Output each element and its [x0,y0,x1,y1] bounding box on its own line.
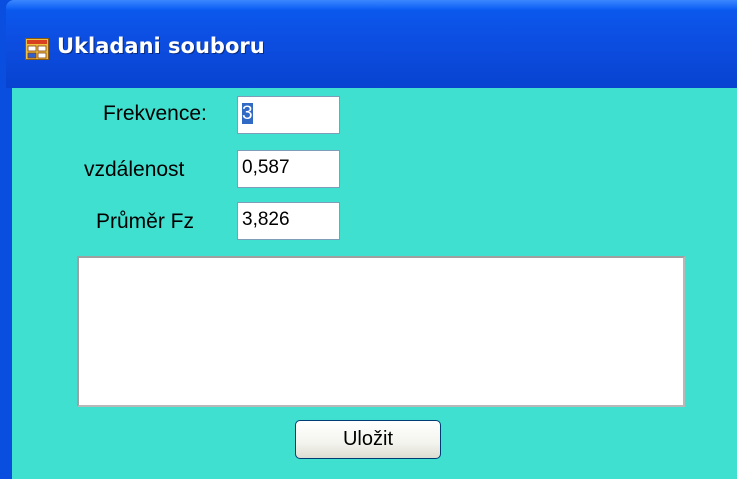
notes-textarea[interactable] [77,256,685,407]
average-label: Průměr Fz [96,210,195,233]
title-bar[interactable]: Ukladani souboru [6,0,737,88]
frequency-field[interactable]: 3 [237,96,340,134]
app-window: Ukladani souboru Frekvence: 3 vzdálenost… [0,0,737,479]
average-value: 3,826 [242,209,290,230]
average-field[interactable]: 3,826 [237,202,340,240]
window-title: Ukladani souboru [57,34,265,58]
save-button[interactable]: Uložit [295,420,441,459]
distance-field[interactable]: 0,587 [237,150,340,188]
form-window-icon [25,38,49,60]
distance-value: 0,587 [242,157,290,178]
frequency-value: 3 [242,103,253,124]
frequency-label: Frekvence: [103,102,207,125]
distance-label: vzdálenost [84,158,185,181]
